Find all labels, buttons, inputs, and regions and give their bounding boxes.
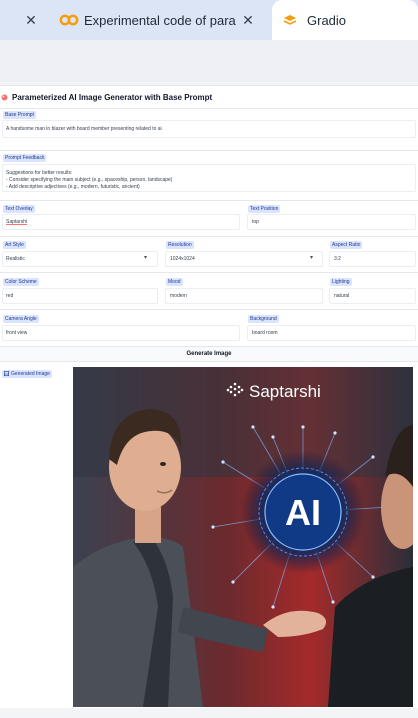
tab-label: Experimental code of param xyxy=(84,12,236,28)
generated-image-art: AI Saptarshi xyxy=(73,367,413,707)
browser-tab-bar: ✕ Experimental code of param ✕ Gradio xyxy=(0,0,418,40)
lighting-label: Lighting xyxy=(330,278,352,286)
page-footer-strip xyxy=(0,708,418,718)
camera-angle-label: Camera Angle xyxy=(3,315,39,323)
base-prompt-value: A handsome man in blazer with board memb… xyxy=(6,126,162,132)
header-divider xyxy=(0,82,418,86)
app-title-bar: Parameterized AI Image Generator with Ba… xyxy=(0,88,418,106)
background-label: Background xyxy=(248,315,279,323)
row-divider xyxy=(0,309,418,310)
tab-gradio[interactable]: Gradio xyxy=(272,0,418,40)
lighting-value: natural xyxy=(334,293,350,299)
art-style-dropdown[interactable] xyxy=(2,251,158,267)
background-value: board room xyxy=(252,330,278,336)
browser-toolbar-area xyxy=(0,40,418,82)
row-divider xyxy=(0,200,418,201)
image-icon xyxy=(4,371,9,376)
resolution-label: Resolution xyxy=(166,241,194,249)
generate-image-button[interactable]: Generate Image xyxy=(0,346,418,362)
mood-input[interactable] xyxy=(165,288,323,304)
aspect-ratio-value: 3:2 xyxy=(334,256,341,262)
gradio-icon xyxy=(283,15,297,25)
ai-emblem-text: AI xyxy=(285,492,321,533)
resolution-value: 1024x1024 xyxy=(170,256,195,262)
feedback-line: Suggestions for better results: xyxy=(6,170,73,176)
colab-icon xyxy=(59,14,79,26)
palette-icon xyxy=(1,94,8,100)
feedback-line: - Consider specifying the main subject (… xyxy=(6,177,173,183)
mood-label: Mood xyxy=(166,278,183,286)
generated-image-label: Generated Image xyxy=(2,370,52,378)
chevron-down-icon[interactable]: ▾ xyxy=(144,254,147,261)
close-tab-icon[interactable]: ✕ xyxy=(23,12,39,29)
color-scheme-label: Color Scheme xyxy=(3,278,39,286)
row-divider xyxy=(0,236,418,237)
tab-colab[interactable]: ✕ Experimental code of param ✕ xyxy=(0,0,270,40)
generated-image[interactable]: AI Saptarshi xyxy=(73,367,413,707)
art-style-label: Art Style xyxy=(3,241,26,249)
close-tab-icon[interactable]: ✕ xyxy=(240,12,256,29)
image-overlay-text: Saptarshi xyxy=(249,382,321,401)
page-title: Parameterized AI Image Generator with Ba… xyxy=(12,92,213,102)
base-prompt-label: Base Prompt xyxy=(3,111,36,119)
mood-value: modern xyxy=(170,293,187,299)
text-position-input[interactable] xyxy=(247,214,416,230)
text-position-label: Text Position xyxy=(248,205,281,213)
row-divider xyxy=(0,272,418,273)
aspect-ratio-label: Aspect Ratio xyxy=(330,241,363,249)
color-scheme-value: red xyxy=(6,293,14,299)
feedback-line: - Add descriptive adjectives (e.g., mode… xyxy=(6,184,140,190)
text-overlay-value: Saptarshi xyxy=(6,219,28,225)
chevron-down-icon[interactable]: ▾ xyxy=(310,254,313,261)
prompt-feedback-label: Prompt Feedback xyxy=(3,154,47,162)
camera-angle-value: front view xyxy=(6,330,28,336)
aspect-ratio-input[interactable] xyxy=(329,251,416,267)
art-style-value: Realistic xyxy=(6,256,25,262)
camera-angle-input[interactable] xyxy=(2,325,240,341)
text-position-value: top xyxy=(252,219,259,225)
text-overlay-label: Text Overlay xyxy=(3,205,35,213)
color-scheme-input[interactable] xyxy=(2,288,158,304)
text-overlay-input[interactable] xyxy=(2,214,240,230)
tab-label: Gradio xyxy=(307,12,347,28)
